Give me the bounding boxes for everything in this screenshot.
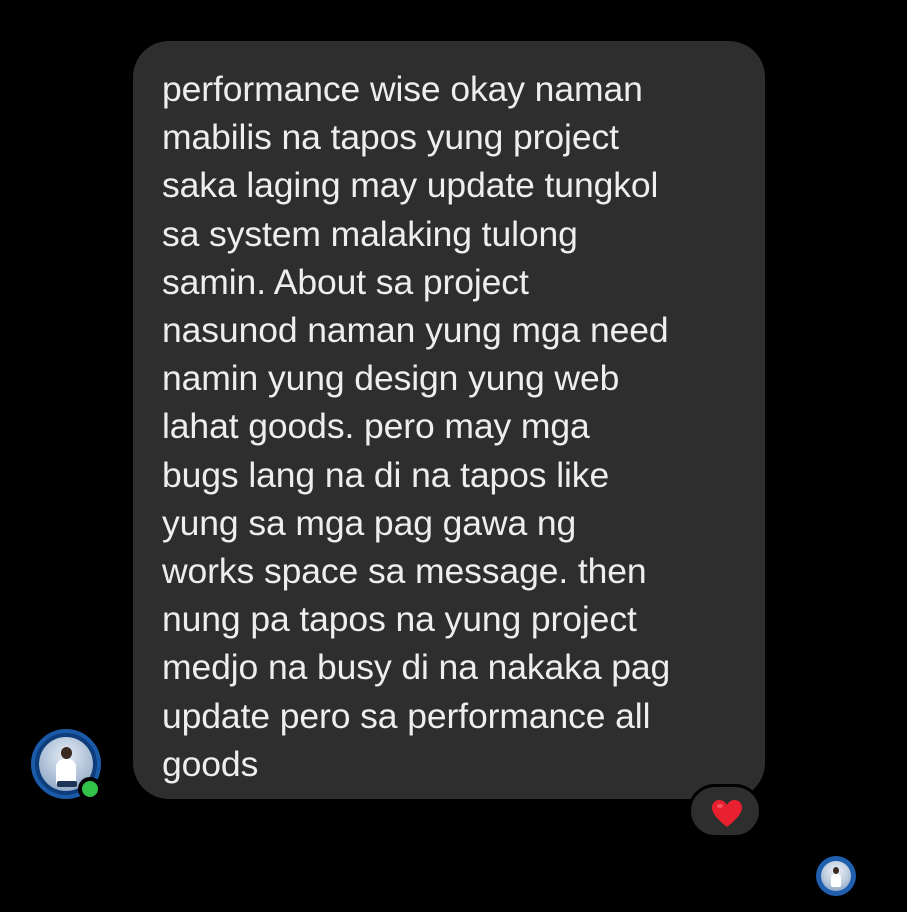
read-receipt-photo — [821, 861, 851, 891]
avatar-head-shape — [61, 747, 72, 759]
heart-shape — [712, 800, 742, 827]
message-text: performance wise okay naman mabilis na t… — [162, 69, 671, 784]
mini-body-shape — [831, 874, 841, 887]
online-status-indicator — [78, 777, 102, 801]
avatar-badge-shape — [57, 781, 77, 787]
message-bubble[interactable]: performance wise okay naman mabilis na t… — [133, 41, 765, 799]
reaction-badge[interactable] — [688, 784, 762, 838]
mini-head-shape — [833, 867, 839, 874]
read-receipt-avatar — [816, 856, 856, 896]
chat-thread: performance wise okay naman mabilis na t… — [0, 0, 907, 912]
heart-icon — [712, 800, 742, 827]
